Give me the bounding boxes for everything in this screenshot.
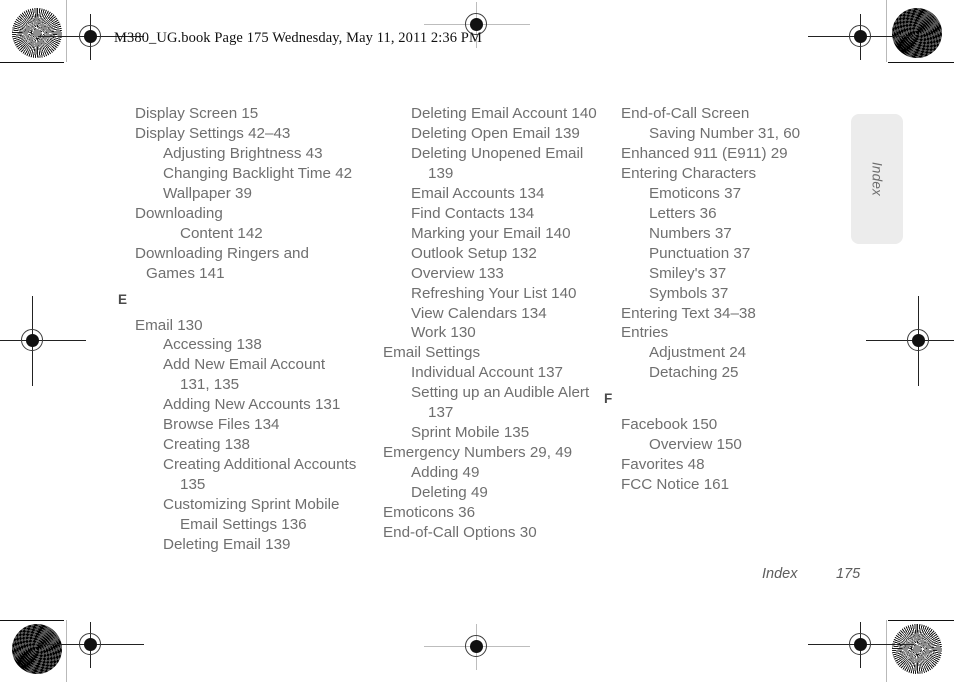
- index-entry: Content 142: [180, 224, 263, 242]
- index-entry: Facebook 150: [621, 416, 718, 434]
- crop-rule-vertical-bottom-left: [66, 620, 68, 682]
- crosshair-registration-mark-bottom-right: [808, 622, 914, 668]
- index-entry: Downloading Ringers and: [135, 244, 309, 262]
- index-entry: Entries: [621, 324, 669, 342]
- index-entry: Emoticons 36: [383, 504, 476, 522]
- footer-page-number: 175: [836, 566, 861, 582]
- index-entry: Favorites 48: [621, 456, 705, 474]
- index-entry: Entering Text 34–38: [621, 304, 756, 322]
- index-entry: Creating Additional Accounts: [163, 456, 357, 474]
- index-entry: Creating 138: [163, 436, 250, 454]
- crop-rule-vertical-bottom-right: [886, 620, 888, 682]
- index-entry: Email Settings: [383, 344, 481, 362]
- index-entry: Smiley's 37: [649, 264, 727, 282]
- index-entry: View Calendars 134: [411, 304, 547, 322]
- index-entry: Display Settings 42–43: [135, 124, 291, 142]
- index-entry: 139: [428, 164, 454, 182]
- index-section-letter: E: [118, 291, 128, 307]
- index-entry: 135: [180, 476, 206, 494]
- index-entry: Enhanced 911 (E911) 29: [621, 144, 788, 162]
- index-entry: Outlook Setup 132: [411, 244, 537, 262]
- document-page: M380_UG.book Page 175 Wednesday, May 11,…: [0, 0, 954, 682]
- index-entry: Find Contacts 134: [411, 204, 535, 222]
- side-tab-label: Index: [869, 161, 885, 197]
- index-entry: Deleting Open Email 139: [411, 124, 580, 142]
- index-entry: Marking your Email 140: [411, 224, 571, 242]
- index-entry: Email Accounts 134: [411, 184, 545, 202]
- index-entry: Email 130: [135, 316, 203, 334]
- index-entry: Wallpaper 39: [163, 184, 252, 202]
- index-entry: 137: [428, 404, 454, 422]
- crop-rule-horizontal-top-left: [0, 62, 64, 64]
- index-entry: Saving Number 31, 60: [649, 124, 801, 142]
- index-entry: Numbers 37: [649, 224, 732, 242]
- side-tab-index[interactable]: Index: [851, 114, 903, 244]
- crosshair-registration-mark-bottom-center: [424, 624, 530, 670]
- index-entry: Emergency Numbers 29, 49: [383, 444, 573, 462]
- index-entry: Add New Email Account: [163, 356, 326, 374]
- starburst-calibration-target-top-left: [12, 8, 62, 58]
- index-column-2: Deleting Email Account 140 Deleting Open …: [366, 104, 604, 543]
- crosshair-registration-mark-left-middle: [0, 296, 86, 386]
- index-entry: Browse Files 134: [163, 416, 280, 434]
- index-entry: Games 141: [146, 264, 225, 282]
- index-entry: Sprint Mobile 135: [411, 424, 530, 442]
- index-entry: Symbols 37: [649, 284, 729, 302]
- crop-rule-vertical-top-left: [66, 0, 68, 62]
- crosshair-registration-mark-top-left: [38, 14, 144, 60]
- index-entry: Adding 49: [411, 464, 480, 482]
- footer-section-label: Index: [762, 566, 798, 582]
- index-entry: End-of-Call Screen: [621, 105, 750, 122]
- index-entry: FCC Notice 161: [621, 476, 730, 494]
- index-entry: Overview 133: [411, 264, 504, 282]
- index-entry: Changing Backlight Time 42: [163, 164, 353, 182]
- index-column-3: End-of-Call Screen Saving Number 31, 60 En…: [604, 104, 842, 495]
- file-header-text: M380_UG.book Page 175 Wednesday, May 11,…: [114, 30, 482, 46]
- maze-calibration-target-bottom-left: [12, 624, 62, 674]
- index-entry: Adjustment 24: [649, 344, 747, 362]
- index-entry: Deleting Email 139: [163, 536, 291, 554]
- crosshair-registration-mark-top-right: [808, 14, 914, 60]
- index-entry: Individual Account 137: [411, 364, 563, 382]
- index-entry: Setting up an Audible Alert: [411, 384, 590, 402]
- index-entry: Adding New Accounts 131: [163, 396, 341, 414]
- crop-rule-horizontal-bottom-left: [0, 620, 64, 622]
- index-entry: Customizing Sprint Mobile: [163, 496, 340, 514]
- crop-rule-horizontal-bottom-right: [888, 620, 954, 622]
- crosshair-registration-mark-right-middle: [866, 296, 954, 386]
- index-entry: Deleting Email Account 140: [411, 105, 597, 122]
- index-entry: Overview 150: [649, 436, 742, 454]
- maze-calibration-target-top-right: [892, 8, 942, 58]
- index-section-letter: F: [604, 391, 613, 407]
- index-entry: Letters 36: [649, 204, 717, 222]
- crop-rule-vertical-top-right: [886, 0, 888, 62]
- crosshair-registration-mark-bottom-left: [38, 622, 144, 668]
- index-entry: Accessing 138: [163, 336, 262, 354]
- index-entry: Detaching 25: [649, 364, 739, 382]
- index-entry: End-of-Call Options 30: [383, 524, 537, 542]
- index-column-1: Display Screen 15 Display Settings 42–43 A…: [118, 104, 368, 555]
- index-entry: Downloading: [135, 204, 223, 222]
- index-entry: Work 130: [411, 324, 476, 342]
- index-entry: Punctuation 37: [649, 244, 751, 262]
- index-entry: Deleting 49: [411, 484, 488, 502]
- crop-rule-horizontal-top-right: [888, 62, 954, 64]
- index-entry: 131, 135: [180, 376, 240, 394]
- index-entry: Adjusting Brightness 43: [163, 144, 323, 162]
- index-entry: Entering Characters: [621, 164, 757, 182]
- index-entry: Display Screen 15: [135, 105, 259, 122]
- index-entry: Refreshing Your List 140: [411, 284, 577, 302]
- starburst-calibration-target-bottom-right: [892, 624, 942, 674]
- index-entry: Deleting Unopened Email: [411, 144, 584, 162]
- index-entry: Emoticons 37: [649, 184, 742, 202]
- index-entry: Email Settings 136: [180, 516, 307, 534]
